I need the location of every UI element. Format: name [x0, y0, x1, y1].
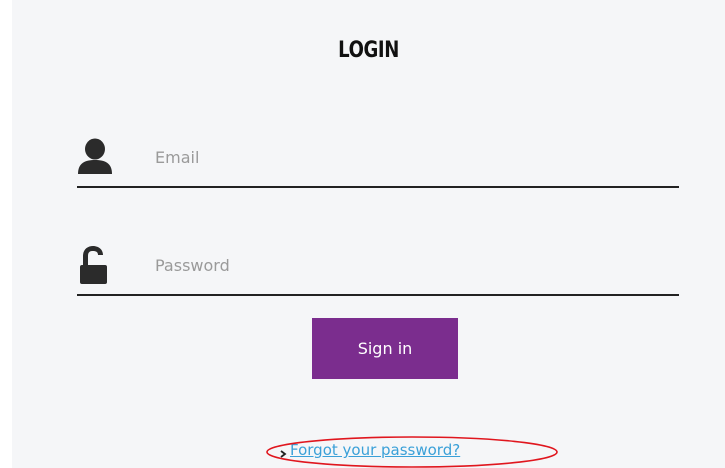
user-icon [77, 136, 113, 184]
email-field-row [77, 136, 679, 188]
email-input[interactable] [155, 142, 655, 172]
forgot-password-row: Forgot your password? [262, 433, 562, 468]
forgot-password-link[interactable]: Forgot your password? [290, 441, 460, 459]
page-title: LOGIN [338, 38, 399, 63]
sign-in-button[interactable]: Sign in [312, 318, 458, 379]
password-field-row [77, 244, 679, 296]
unlocked-padlock-icon [77, 244, 113, 292]
login-panel: LOGIN Sign in Forgot your password? [12, 0, 725, 468]
password-input[interactable] [155, 250, 655, 280]
chevron-right-icon [278, 446, 288, 458]
